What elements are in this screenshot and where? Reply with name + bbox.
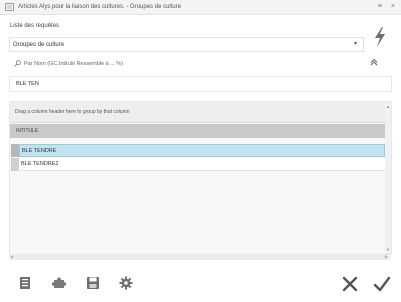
query-select-value: Groupes de culture [13,41,65,48]
search-icon [14,60,21,67]
group-panel[interactable]: Drag a column header here to group by th… [10,102,385,123]
gear-icon[interactable] [119,276,133,290]
column-header-label: INTITULE [16,128,39,134]
column-header-intitule[interactable]: INTITULE [10,124,385,138]
vertical-scrollbar[interactable]: ▲ ▼ [385,102,391,254]
app-icon [5,3,14,11]
scroll-down-icon[interactable]: ▼ [386,247,390,252]
close-icon[interactable] [341,275,359,293]
search-input-value: BLE TEN [16,81,39,87]
dropdown-arrow-icon[interactable]: ▾ [354,40,357,47]
group-panel-hint: Drag a column header here to group by th… [15,109,130,115]
document-icon[interactable] [18,276,32,290]
table-row[interactable]: BLE TENDRE [19,144,385,157]
title-bar: Articles Alys pour la liaison des cultur… [0,0,401,15]
row-indicator[interactable] [11,144,19,157]
search-input[interactable]: BLE TEN [9,76,392,92]
horizontal-scrollbar[interactable]: ◀ ▶ [9,254,390,260]
scroll-right-icon[interactable]: ▶ [385,254,388,259]
lightning-bolt-icon[interactable] [373,27,387,47]
scroll-up-icon[interactable]: ▲ [386,104,390,109]
query-list-label: Liste des requêtes [10,23,60,29]
query-select[interactable]: Groupes de culture ▾ [9,37,364,52]
scroll-left-icon[interactable]: ◀ [10,254,13,259]
cell-intitule: BLE TENDRE [22,147,57,154]
table-row[interactable]: BLE TENDRE2 [19,158,385,171]
close-window-icon[interactable]: × [391,3,395,10]
bottom-toolbar [0,266,401,302]
row-indicator[interactable] [11,158,19,171]
save-icon[interactable] [86,276,100,290]
chevron-up-icon[interactable] [370,59,378,67]
puzzle-icon[interactable] [52,276,66,290]
checkmark-icon[interactable] [373,275,391,293]
search-criteria: Par Nom (GC.Intitulé Ressemble à ... %) [14,60,123,67]
menu-icon[interactable]: ≡ [378,3,382,10]
cell-intitule: BLE TENDRE2 [21,161,59,167]
search-criteria-label: Par Nom (GC.Intitulé Ressemble à ... %) [24,60,124,67]
window-title: Articles Alys pour la liaison des cultur… [18,4,182,10]
results-grid: Drag a column header here to group by th… [9,101,392,255]
